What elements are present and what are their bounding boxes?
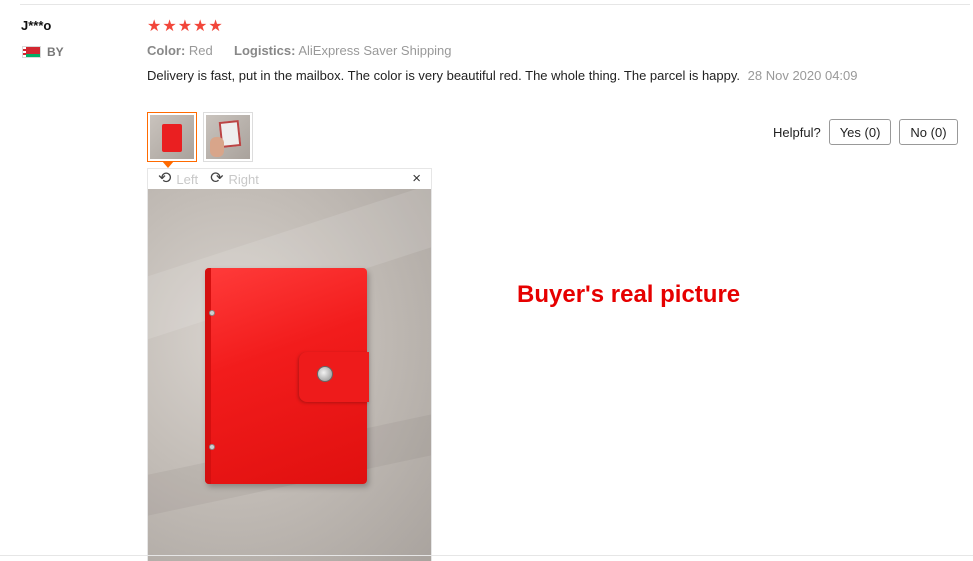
thumbnail-1[interactable] — [147, 112, 197, 162]
color-value: Red — [188, 43, 213, 58]
reviewer-name: J***o — [21, 18, 52, 33]
rotate-left-label: Left — [176, 171, 199, 187]
review-date: 28 Nov 2020 04:09 — [747, 68, 858, 83]
viewer-toolbar: ⟲ Left ⟳ Right × — [148, 169, 431, 189]
close-icon[interactable]: × — [412, 170, 421, 187]
order-info: Color: Red Logistics: AliExpress Saver S… — [147, 43, 452, 58]
helpful-yes-button[interactable]: Yes (0) — [828, 119, 892, 145]
photo-viewer: ⟲ Left ⟳ Right × — [147, 168, 432, 561]
top-divider — [20, 4, 970, 5]
red-card-holder-image — [205, 268, 369, 484]
photo-thumbnails — [147, 112, 253, 162]
rotate-right-icon: ⟳ — [210, 170, 224, 187]
star-icon: ★ — [147, 18, 162, 35]
reviewer-country: BY — [22, 45, 64, 59]
belarus-flag-icon — [22, 46, 41, 58]
buyer-photo — [148, 189, 431, 561]
star-icon: ★ — [177, 18, 193, 35]
logistics-value: AliExpress Saver Shipping — [298, 43, 452, 58]
review-text: Delivery is fast, put in the mailbox. Th… — [147, 68, 741, 83]
rotate-right-label: Right — [228, 171, 259, 187]
buyer-picture-caption: Buyer's real picture — [517, 281, 741, 308]
rotate-right-button[interactable]: ⟳ Right — [210, 171, 259, 187]
rotate-left-button[interactable]: ⟲ Left — [158, 171, 198, 187]
helpful-vote: Helpful? Yes (0) No (0) — [773, 119, 958, 145]
helpful-no-button[interactable]: No (0) — [899, 119, 958, 145]
logistics-label: Logistics: — [234, 43, 296, 58]
helpful-label: Helpful? — [773, 124, 821, 140]
thumbnail-2[interactable] — [203, 112, 253, 162]
bottom-divider — [0, 555, 973, 556]
review-body: Delivery is fast, put in the mailbox. Th… — [147, 67, 867, 85]
color-label: Color: — [147, 43, 186, 58]
active-thumbnail-pointer — [162, 161, 174, 168]
star-icon: ★ — [193, 18, 208, 35]
country-code: BY — [47, 45, 64, 59]
star-rating: ★ ★ ★ ★ ★ — [147, 18, 223, 36]
star-icon: ★ — [162, 18, 177, 35]
rotate-left-icon: ⟲ — [158, 170, 172, 187]
star-icon: ★ — [208, 18, 223, 35]
